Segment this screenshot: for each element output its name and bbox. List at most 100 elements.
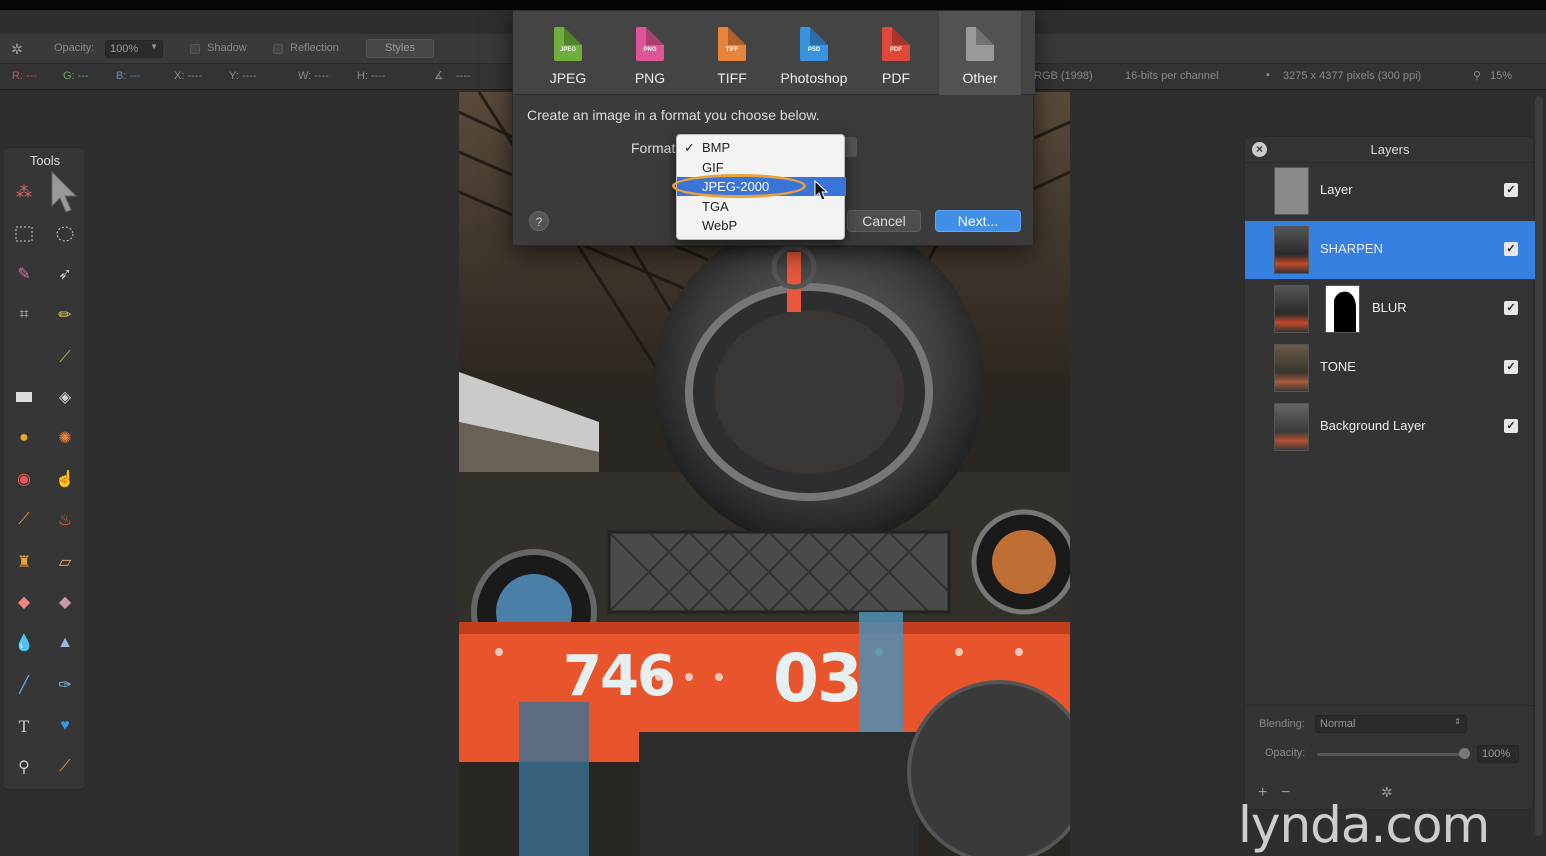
zoom-level: 15%	[1490, 70, 1513, 82]
format-tab-png[interactable]: PNG PNG	[609, 11, 691, 95]
bit-depth: 16-bits per channel	[1125, 70, 1219, 82]
zoom-tool-icon[interactable]: ⚲	[10, 753, 38, 781]
opacity-slider-track[interactable]	[1317, 753, 1469, 756]
tiff-file-icon: TIFF	[718, 27, 746, 61]
next-button[interactable]: Next...	[935, 210, 1021, 232]
gear-icon[interactable]: ✲	[11, 41, 23, 58]
checkmark-icon: ✓	[684, 140, 695, 155]
visibility-checkbox[interactable]: ✓	[1504, 360, 1518, 374]
paint-bucket-icon[interactable]: ◈	[51, 383, 79, 411]
layer-thumbnail	[1274, 403, 1309, 451]
visibility-checkbox[interactable]: ✓	[1504, 242, 1518, 256]
psd-file-icon: PSD	[800, 27, 828, 61]
layer-row-sharpen[interactable]: SHARPEN ✓	[1245, 221, 1535, 279]
dialog-prompt: Create an image in a format you choose b…	[527, 107, 820, 123]
angle-icon: ∡	[434, 70, 444, 82]
mouse-cursor-icon	[814, 179, 830, 207]
bandage-icon[interactable]: ▱	[51, 548, 79, 576]
blending-value: Normal	[1320, 718, 1356, 730]
layer-thumbnail	[1274, 285, 1309, 333]
chevron-updown-icon: ⇕	[1454, 717, 1461, 726]
opacity-value: 100%	[110, 43, 139, 55]
format-tab-other[interactable]: Other	[939, 11, 1021, 95]
help-button[interactable]: ?	[529, 211, 549, 231]
rectangle-shape-icon[interactable]	[10, 383, 38, 411]
background-eraser-icon[interactable]: ◆	[51, 588, 79, 616]
highlight-ring-annotation	[672, 174, 806, 198]
format-tab-label: PDF	[882, 70, 910, 86]
reflection-label: Reflection	[290, 42, 339, 54]
magic-wand-icon[interactable]: ⁂	[10, 178, 38, 206]
smudge-icon[interactable]: ✺	[51, 424, 79, 452]
format-tab-label: Photoshop	[780, 70, 848, 86]
opacity-field[interactable]: 100% ▼	[105, 40, 163, 58]
generic-file-icon	[966, 27, 994, 61]
format-tab-pdf[interactable]: PDF PDF	[855, 11, 937, 95]
format-option-bmp[interactable]: ✓ BMP	[677, 138, 846, 157]
cancel-button[interactable]: Cancel	[847, 210, 921, 232]
text-tool-icon[interactable]: T	[10, 712, 38, 740]
jpeg-file-icon: JPEG	[554, 27, 582, 61]
locomotive-number-left: 746	[563, 644, 676, 709]
layers-panel: × Layers Layer ✓ SHARPEN ✓ BLUR ✓ TONE ✓…	[1244, 136, 1535, 810]
heart-shape-icon[interactable]: ♥	[51, 712, 79, 740]
opacity-label: Opacity:	[54, 42, 95, 54]
reflection-checkbox[interactable]	[273, 44, 283, 54]
dodge-brush-icon[interactable]: ⟋	[10, 506, 38, 534]
pencil-icon[interactable]: ✏	[51, 301, 79, 329]
crop-icon[interactable]: ⌗	[10, 301, 38, 329]
format-option-webp[interactable]: WebP	[677, 216, 846, 235]
layers-title: Layers	[1370, 142, 1410, 157]
rect-select-icon[interactable]	[10, 220, 38, 248]
format-tab-label: Other	[962, 70, 998, 86]
blur-drop-icon[interactable]: 💧	[10, 629, 38, 657]
sharpen-cone-icon[interactable]: ▲	[51, 629, 79, 657]
format-tab-photoshop[interactable]: PSD Photoshop	[773, 11, 855, 95]
paintbrush-icon[interactable]: ⟋	[51, 344, 79, 372]
arrow-tool-icon[interactable]	[47, 170, 81, 214]
width-readout: W: ----	[298, 70, 329, 82]
layer-row-layer[interactable]: Layer ✓	[1245, 162, 1535, 220]
styles-button[interactable]: Styles	[366, 39, 434, 58]
opacity-slider-handle[interactable]	[1459, 748, 1470, 759]
blending-select[interactable]: Normal ⇕	[1315, 715, 1467, 733]
layers-header: × Layers	[1245, 137, 1535, 163]
tools-title: Tools	[29, 153, 61, 168]
color-profile: RGB (1998)	[1034, 70, 1093, 82]
clone-finger-icon[interactable]: ☝	[51, 465, 79, 493]
visibility-checkbox[interactable]: ✓	[1504, 183, 1518, 197]
eraser-icon[interactable]: ◆	[10, 588, 38, 616]
y-readout: Y: ----	[229, 70, 257, 82]
layer-name: TONE	[1320, 359, 1356, 374]
layer-name: Layer	[1320, 182, 1353, 197]
format-tab-jpeg[interactable]: JPEG JPEG	[527, 11, 609, 95]
lasso-icon[interactable]: ➶	[51, 260, 79, 288]
ellipse-select-icon[interactable]	[51, 220, 79, 248]
layer-thumbnail	[1274, 167, 1309, 215]
eyedropper-icon[interactable]: ⟋	[51, 753, 79, 781]
layer-name: SHARPEN	[1320, 241, 1383, 256]
sponge-icon[interactable]: ●	[10, 424, 38, 452]
format-tab-tiff[interactable]: TIFF TIFF	[691, 11, 773, 95]
pen-tool-icon[interactable]: ╱	[10, 671, 38, 699]
scrollbar[interactable]	[1535, 96, 1543, 836]
visibility-checkbox[interactable]: ✓	[1504, 419, 1518, 433]
layer-row-tone[interactable]: TONE ✓	[1245, 339, 1535, 397]
layer-row-background[interactable]: Background Layer ✓	[1245, 398, 1535, 456]
visibility-checkbox[interactable]: ✓	[1504, 301, 1518, 315]
pdf-file-icon: PDF	[882, 27, 910, 61]
shadow-checkbox[interactable]	[190, 44, 200, 54]
red-eye-icon[interactable]: ◉	[10, 465, 38, 493]
format-tab-label: JPEG	[549, 70, 587, 86]
brush-select-icon[interactable]: ✎	[10, 260, 38, 288]
stamp-icon[interactable]: ♜	[10, 548, 38, 576]
x-readout: X: ----	[174, 70, 203, 82]
tools-palette: Tools ⁂ ✎ ➶ ⌗ ✏ ⟋ ◈ ● ✺ ◉ ☝ ⟋ ♨ ♜ ▱ ◆ ◆ …	[2, 147, 86, 790]
freeform-pen-icon[interactable]: ✑	[51, 671, 79, 699]
format-tab-bar: JPEG JPEG PNG PNG TIFF TIFF PSD Photosho…	[513, 11, 1035, 95]
format-tab-label: TIFF	[717, 70, 747, 86]
layer-row-blur[interactable]: BLUR ✓	[1245, 280, 1535, 338]
burn-flame-icon[interactable]: ♨	[51, 506, 79, 534]
document-icon: ▪	[1266, 69, 1270, 81]
layer-opacity-field[interactable]: 100%	[1477, 745, 1519, 763]
